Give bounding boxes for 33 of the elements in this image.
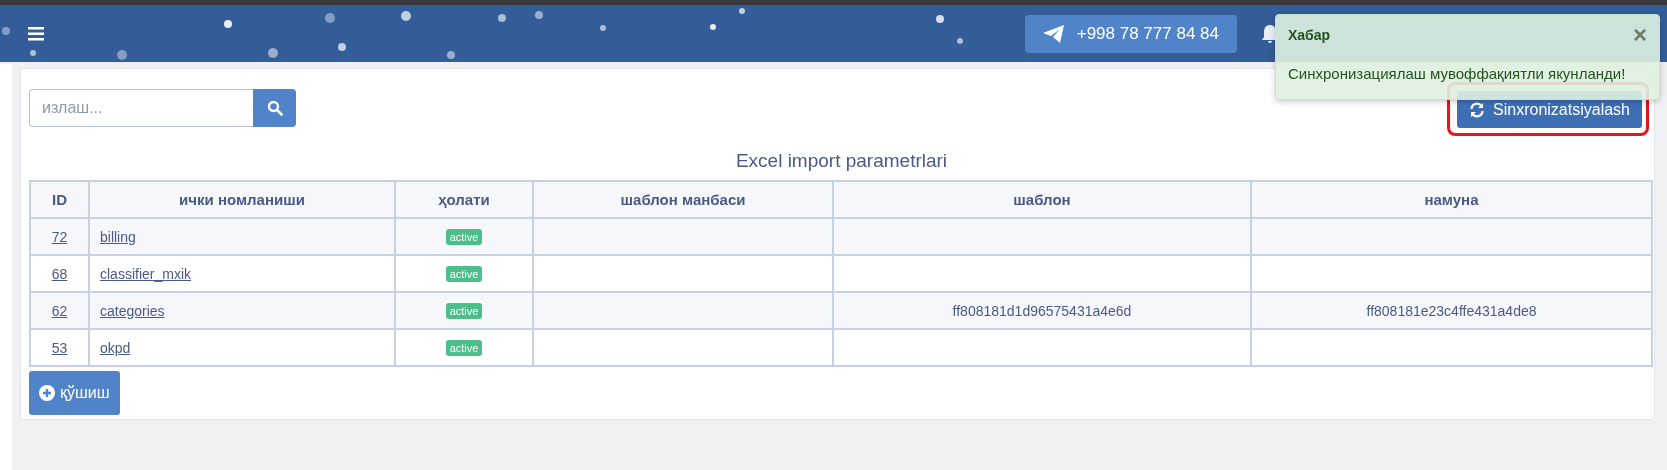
name-link[interactable]: okpd	[100, 339, 131, 356]
id-link[interactable]: 72	[51, 228, 68, 245]
name-link[interactable]: categories	[100, 302, 165, 319]
table-cell: ff808181e23c4ffe431a4de8	[1366, 302, 1537, 319]
search-field[interactable]: излаш...	[29, 89, 253, 127]
column-header: ҳолати	[395, 181, 533, 218]
id-link[interactable]: 68	[51, 265, 68, 282]
status-badge: active	[445, 340, 483, 356]
paper-plane-icon	[1042, 24, 1065, 43]
column-header: шаблон манбаси	[533, 181, 833, 218]
id-link[interactable]: 53	[51, 339, 68, 356]
menu-icon[interactable]	[28, 26, 44, 41]
toast-title: Хабар	[1288, 27, 1331, 43]
status-badge: active	[445, 303, 483, 319]
add-button[interactable]: қўшиш	[29, 371, 120, 415]
search-button[interactable]	[253, 89, 296, 127]
column-header: шаблон	[833, 181, 1251, 218]
search-icon	[266, 100, 283, 116]
id-link[interactable]: 62	[51, 302, 68, 319]
refresh-icon	[1469, 101, 1486, 118]
column-header: намуна	[1251, 181, 1652, 218]
plus-circle-icon	[39, 385, 55, 401]
status-badge: active	[445, 229, 483, 245]
table-cell: ff808181d1d96575431a4e6d	[952, 302, 1132, 319]
close-button[interactable]: ×	[1633, 23, 1647, 47]
telegram-phone-button[interactable]: +998 78 777 84 84	[1024, 14, 1237, 53]
status-badge: active	[445, 266, 483, 282]
name-link[interactable]: billing	[100, 228, 136, 245]
column-header: ички номланиши	[89, 181, 395, 218]
table-title: Excel import parametrlari	[734, 150, 949, 172]
column-header: ID	[30, 181, 89, 218]
name-link[interactable]: classifier_mxik	[100, 265, 191, 282]
toast-message: Синхронизациялаш мувоффақиятли якунланди!	[1287, 64, 1627, 82]
